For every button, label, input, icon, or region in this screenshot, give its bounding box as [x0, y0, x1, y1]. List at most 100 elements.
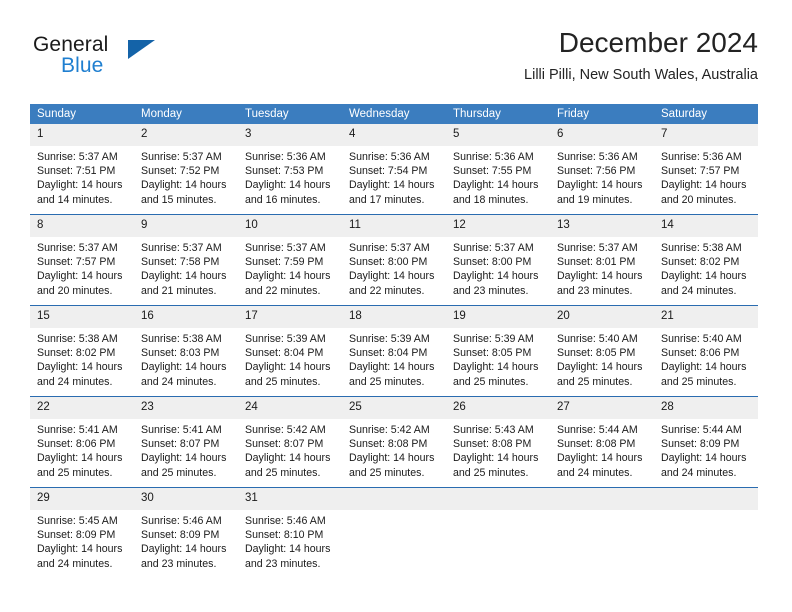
- weekday-header-thursday: Thursday: [446, 104, 550, 124]
- calendar-day-cell[interactable]: 28 Sunrise: 5:44 AM Sunset: 8:09 PM Dayl…: [654, 396, 758, 488]
- calendar-day-cell[interactable]: 20 Sunrise: 5:40 AM Sunset: 8:05 PM Dayl…: [550, 305, 654, 397]
- day-number: 20: [550, 306, 654, 328]
- sunrise-text: Sunrise: 5:44 AM: [661, 424, 742, 436]
- day-details: Sunrise: 5:39 AM Sunset: 8:04 PM Dayligh…: [238, 328, 342, 389]
- day-number: 18: [342, 306, 446, 328]
- daylight-text-line2: and 24 minutes.: [37, 375, 113, 388]
- daylight-text-line2: and 23 minutes.: [557, 284, 633, 297]
- day-details: Sunrise: 5:46 AM Sunset: 8:10 PM Dayligh…: [238, 510, 342, 571]
- sunset-text: Sunset: 8:07 PM: [245, 438, 324, 451]
- day-number: 28: [654, 397, 758, 419]
- title-block: December 2024 Lilli Pilli, New South Wal…: [524, 26, 758, 85]
- day-number: [446, 488, 550, 510]
- calendar-day-cell[interactable]: 24 Sunrise: 5:42 AM Sunset: 8:07 PM Dayl…: [238, 396, 342, 488]
- calendar-day-cell[interactable]: 3 Sunrise: 5:36 AM Sunset: 7:53 PM Dayli…: [238, 124, 342, 215]
- calendar-day-cell[interactable]: 18 Sunrise: 5:39 AM Sunset: 8:04 PM Dayl…: [342, 305, 446, 397]
- calendar-day-cell[interactable]: 4 Sunrise: 5:36 AM Sunset: 7:54 PM Dayli…: [342, 124, 446, 215]
- calendar-day-cell[interactable]: 1 Sunrise: 5:37 AM Sunset: 7:51 PM Dayli…: [30, 124, 134, 215]
- calendar-day-cell[interactable]: 15 Sunrise: 5:38 AM Sunset: 8:02 PM Dayl…: [30, 305, 134, 397]
- calendar-day-cell[interactable]: 9 Sunrise: 5:37 AM Sunset: 7:58 PM Dayli…: [134, 214, 238, 306]
- day-number: 1: [30, 124, 134, 146]
- calendar-day-cell[interactable]: 10 Sunrise: 5:37 AM Sunset: 7:59 PM Dayl…: [238, 214, 342, 306]
- day-number: 5: [446, 124, 550, 146]
- calendar-day-cell[interactable]: 22 Sunrise: 5:41 AM Sunset: 8:06 PM Dayl…: [30, 396, 134, 488]
- calendar-day-cell[interactable]: 26 Sunrise: 5:43 AM Sunset: 8:08 PM Dayl…: [446, 396, 550, 488]
- day-number: [550, 488, 654, 510]
- daylight-text-line1: Daylight: 14 hours: [349, 270, 435, 283]
- calendar-day-cell[interactable]: 23 Sunrise: 5:41 AM Sunset: 8:07 PM Dayl…: [134, 396, 238, 488]
- day-details: Sunrise: 5:43 AM Sunset: 8:08 PM Dayligh…: [446, 419, 550, 480]
- daylight-text-line2: and 19 minutes.: [557, 193, 633, 206]
- calendar-day-cell[interactable]: 13 Sunrise: 5:37 AM Sunset: 8:01 PM Dayl…: [550, 214, 654, 306]
- sunset-text: Sunset: 8:08 PM: [349, 438, 428, 451]
- day-number: 23: [134, 397, 238, 419]
- day-number: 30: [134, 488, 238, 510]
- daylight-text-line1: Daylight: 14 hours: [557, 270, 643, 283]
- sunset-text: Sunset: 8:05 PM: [453, 347, 532, 360]
- calendar-day-cell[interactable]: 5 Sunrise: 5:36 AM Sunset: 7:55 PM Dayli…: [446, 124, 550, 215]
- daylight-text-line1: Daylight: 14 hours: [37, 543, 123, 556]
- sunset-text: Sunset: 7:53 PM: [245, 165, 324, 178]
- daylight-text-line1: Daylight: 14 hours: [245, 452, 331, 465]
- daylight-text-line1: Daylight: 14 hours: [557, 452, 643, 465]
- sunset-text: Sunset: 7:59 PM: [245, 256, 324, 269]
- sunrise-text: Sunrise: 5:36 AM: [349, 151, 430, 163]
- sunrise-text: Sunrise: 5:42 AM: [349, 424, 430, 436]
- sunset-text: Sunset: 8:06 PM: [37, 438, 116, 451]
- daylight-text-line1: Daylight: 14 hours: [349, 179, 435, 192]
- sunrise-text: Sunrise: 5:38 AM: [661, 242, 742, 254]
- day-number: 7: [654, 124, 758, 146]
- calendar-day-cell[interactable]: 8 Sunrise: 5:37 AM Sunset: 7:57 PM Dayli…: [30, 214, 134, 306]
- calendar-header-row: Sunday Monday Tuesday Wednesday Thursday…: [30, 104, 758, 124]
- sunset-text: Sunset: 8:08 PM: [453, 438, 532, 451]
- daylight-text-line2: and 25 minutes.: [349, 375, 425, 388]
- day-number: 29: [30, 488, 134, 510]
- calendar-day-cell[interactable]: 16 Sunrise: 5:38 AM Sunset: 8:03 PM Dayl…: [134, 305, 238, 397]
- sunset-text: Sunset: 8:07 PM: [141, 438, 220, 451]
- sunset-text: Sunset: 8:08 PM: [557, 438, 636, 451]
- day-number: 10: [238, 215, 342, 237]
- calendar-day-cell[interactable]: 14 Sunrise: 5:38 AM Sunset: 8:02 PM Dayl…: [654, 214, 758, 306]
- calendar-day-cell[interactable]: 7 Sunrise: 5:36 AM Sunset: 7:57 PM Dayli…: [654, 124, 758, 215]
- day-details: Sunrise: 5:40 AM Sunset: 8:05 PM Dayligh…: [550, 328, 654, 389]
- calendar-day-cell[interactable]: 11 Sunrise: 5:37 AM Sunset: 8:00 PM Dayl…: [342, 214, 446, 306]
- sunrise-text: Sunrise: 5:36 AM: [453, 151, 534, 163]
- day-details: Sunrise: 5:38 AM Sunset: 8:03 PM Dayligh…: [134, 328, 238, 389]
- daylight-text-line1: Daylight: 14 hours: [141, 270, 227, 283]
- sunrise-text: Sunrise: 5:46 AM: [141, 515, 222, 527]
- calendar-day-cell[interactable]: 21 Sunrise: 5:40 AM Sunset: 8:06 PM Dayl…: [654, 305, 758, 397]
- calendar-day-cell[interactable]: 30 Sunrise: 5:46 AM Sunset: 8:09 PM Dayl…: [134, 487, 238, 578]
- day-details: Sunrise: 5:37 AM Sunset: 7:59 PM Dayligh…: [238, 237, 342, 298]
- sunset-text: Sunset: 8:05 PM: [557, 347, 636, 360]
- sunset-text: Sunset: 8:09 PM: [37, 529, 116, 542]
- sunrise-text: Sunrise: 5:37 AM: [141, 151, 222, 163]
- calendar-day-cell[interactable]: 27 Sunrise: 5:44 AM Sunset: 8:08 PM Dayl…: [550, 396, 654, 488]
- day-details: Sunrise: 5:41 AM Sunset: 8:06 PM Dayligh…: [30, 419, 134, 480]
- calendar-day-cell[interactable]: 2 Sunrise: 5:37 AM Sunset: 7:52 PM Dayli…: [134, 124, 238, 215]
- daylight-text-line2: and 25 minutes.: [453, 375, 529, 388]
- calendar-day-cell[interactable]: 29 Sunrise: 5:45 AM Sunset: 8:09 PM Dayl…: [30, 487, 134, 578]
- sunset-text: Sunset: 8:03 PM: [141, 347, 220, 360]
- sunrise-text: Sunrise: 5:39 AM: [453, 333, 534, 345]
- daylight-text-line2: and 24 minutes.: [141, 375, 217, 388]
- daylight-text-line2: and 21 minutes.: [141, 284, 217, 297]
- sunset-text: Sunset: 7:58 PM: [141, 256, 220, 269]
- day-number: 14: [654, 215, 758, 237]
- daylight-text-line1: Daylight: 14 hours: [37, 270, 123, 283]
- calendar-day-cell[interactable]: 17 Sunrise: 5:39 AM Sunset: 8:04 PM Dayl…: [238, 305, 342, 397]
- calendar-day-cell[interactable]: 31 Sunrise: 5:46 AM Sunset: 8:10 PM Dayl…: [238, 487, 342, 578]
- day-details: Sunrise: 5:45 AM Sunset: 8:09 PM Dayligh…: [30, 510, 134, 571]
- day-number: 6: [550, 124, 654, 146]
- day-number: 3: [238, 124, 342, 146]
- calendar-day-cell[interactable]: 6 Sunrise: 5:36 AM Sunset: 7:56 PM Dayli…: [550, 124, 654, 215]
- sunrise-text: Sunrise: 5:39 AM: [349, 333, 430, 345]
- sunrise-text: Sunrise: 5:37 AM: [141, 242, 222, 254]
- calendar-day-cell[interactable]: 25 Sunrise: 5:42 AM Sunset: 8:08 PM Dayl…: [342, 396, 446, 488]
- daylight-text-line2: and 16 minutes.: [245, 193, 321, 206]
- weekday-header-saturday: Saturday: [654, 104, 758, 124]
- day-details: Sunrise: 5:36 AM Sunset: 7:56 PM Dayligh…: [550, 146, 654, 207]
- calendar-day-cell[interactable]: 12 Sunrise: 5:37 AM Sunset: 8:00 PM Dayl…: [446, 214, 550, 306]
- calendar-day-cell[interactable]: 19 Sunrise: 5:39 AM Sunset: 8:05 PM Dayl…: [446, 305, 550, 397]
- sunrise-text: Sunrise: 5:37 AM: [37, 242, 118, 254]
- day-number: 22: [30, 397, 134, 419]
